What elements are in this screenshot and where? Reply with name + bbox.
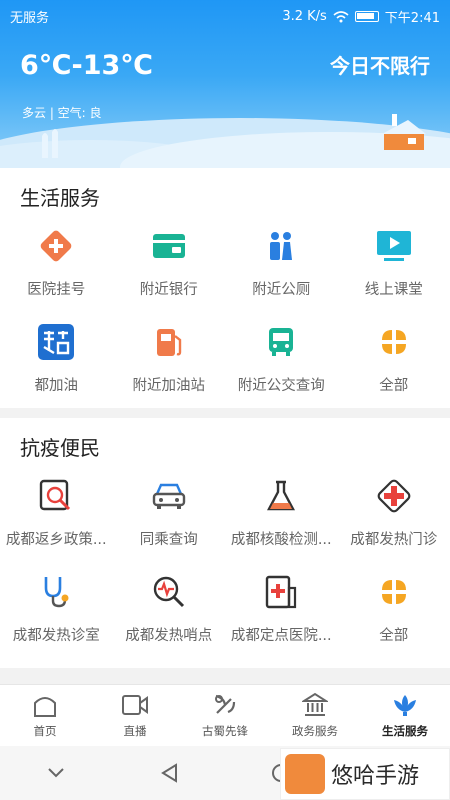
epidemic-section: 抗疫便民 成都返乡政策... 同乘查询 成都核酸检测... 成都发热门诊 成都发… [0,418,450,668]
watermark: 悠哈手游 [280,748,450,800]
service-label: 成都返乡政策... [5,532,107,548]
epidemic-fever-clinic[interactable]: 成都发热门诊 [338,474,450,570]
epidemic-fever-sentinel[interactable]: 成都发热哨点 [113,570,226,666]
chevron-down-icon [48,768,64,778]
service-label: 都加油 [34,378,79,394]
service-label: 成都核酸检测... [230,532,332,548]
toilet-icon [261,226,301,266]
policy-search-icon [36,476,76,516]
hospital-icon [36,226,76,266]
status-bar: 无服务 3.2 K/s 下午2:41 [0,0,450,30]
service-label: 全部 [379,628,409,644]
watermark-text: 悠哈手游 [331,764,420,789]
service-label: 成都发热诊室 [12,628,100,644]
service-online-class[interactable]: 线上课堂 [338,224,450,320]
service-grid: 医院挂号 附近银行 附近公厕 线上课堂 都加油 附近加油站 附近公交查询 全部 [0,224,450,416]
lotus-icon [391,691,419,719]
nav-pioneer[interactable]: 古蜀先锋 [180,685,270,746]
nav-label: 首页 [33,724,57,738]
government-icon [301,691,329,719]
service-nearby-bank[interactable]: 附近银行 [113,224,226,320]
service-label: 同乘查询 [139,532,198,548]
watermark-logo [285,754,325,794]
epidemic-grid: 成都返乡政策... 同乘查询 成都核酸检测... 成都发热门诊 成都发热诊室 成… [0,474,450,666]
nav-live[interactable]: 直播 [90,685,180,746]
epidemic-nucleic-test[interactable]: 成都核酸检测... [225,474,338,570]
hospital-building-icon [261,572,301,612]
service-label: 成都发热哨点 [125,628,213,644]
service-nearby-toilet[interactable]: 附近公厕 [225,224,338,320]
house-icon [382,114,426,150]
carrier-text: 无服务 [10,11,50,26]
nav-label: 政务服务 [292,724,338,738]
nav-label: 生活服务 [382,724,428,738]
bank-card-icon [149,226,189,266]
bottom-nav: 首页 直播 古蜀先锋 政务服务 生活服务 [0,684,450,746]
service-label: 全部 [379,378,409,394]
traffic-limit[interactable]: 今日不限行 [330,50,430,79]
online-class-icon [374,226,414,266]
back-button[interactable] [113,746,226,800]
collapse-button[interactable] [0,746,113,800]
gas-station-icon [149,322,189,362]
service-nearby-gas-station[interactable]: 附近加油站 [113,320,226,416]
stethoscope-icon [36,572,76,612]
service-du-jiayou[interactable]: 都加油 [0,320,113,416]
temperature-range: 6℃-13℃ [20,50,153,81]
service-label: 附近公厕 [252,282,311,298]
life-services-section: 生活服务 医院挂号 附近银行 附近公厕 线上课堂 都加油 附近加油站 附近公交查… [0,168,450,408]
service-label: 成都定点医院... [230,628,332,644]
service-hospital-registration[interactable]: 医院挂号 [0,224,113,320]
service-label: 医院挂号 [27,282,86,298]
party-emblem-icon [211,691,239,719]
epidemic-ride-check[interactable]: 同乘查询 [113,474,226,570]
back-triangle-icon [160,763,177,783]
du-jiayou-logo-icon [36,322,76,362]
status-right: 3.2 K/s 下午2:41 [282,7,440,26]
home-icon [31,691,59,719]
epidemic-return-policy[interactable]: 成都返乡政策... [0,474,113,570]
network-speed: 3.2 K/s [282,9,327,24]
all-grid-icon [374,572,414,612]
pulse-search-icon [149,572,189,612]
trees-icon [42,129,58,158]
bus-icon [261,322,301,362]
video-icon [121,691,149,719]
clock-time: 下午2:41 [384,11,440,26]
all-grid-icon [374,322,414,362]
nav-label: 直播 [123,724,147,738]
section-title: 生活服务 [20,186,100,210]
epidemic-designated-hospital[interactable]: 成都定点医院... [225,570,338,666]
car-icon [149,476,189,516]
service-label: 附近银行 [139,282,198,298]
service-label: 附近公交查询 [237,378,325,394]
weather-detail: 多云 | 空气: 良 [22,106,102,120]
wifi-icon [333,10,349,22]
service-nearby-bus[interactable]: 附近公交查询 [225,320,338,416]
service-label: 附近加油站 [132,378,206,394]
nav-label: 古蜀先锋 [202,724,248,738]
battery-icon [354,11,379,22]
section-title: 抗疫便民 [20,436,100,460]
epidemic-fever-room[interactable]: 成都发热诊室 [0,570,113,666]
epidemic-all[interactable]: 全部 [338,570,450,666]
service-label: 线上课堂 [364,282,423,298]
nav-life-services[interactable]: 生活服务 [360,685,450,746]
weather-header: 无服务 3.2 K/s 下午2:41 6℃-13℃ 多云 | 空气: 良 今日不… [0,0,450,168]
flask-icon [261,476,301,516]
service-all[interactable]: 全部 [338,320,450,416]
nav-government[interactable]: 政务服务 [270,685,360,746]
nav-home[interactable]: 首页 [0,685,90,746]
red-cross-icon [374,476,414,516]
service-label: 成都发热门诊 [350,532,438,548]
